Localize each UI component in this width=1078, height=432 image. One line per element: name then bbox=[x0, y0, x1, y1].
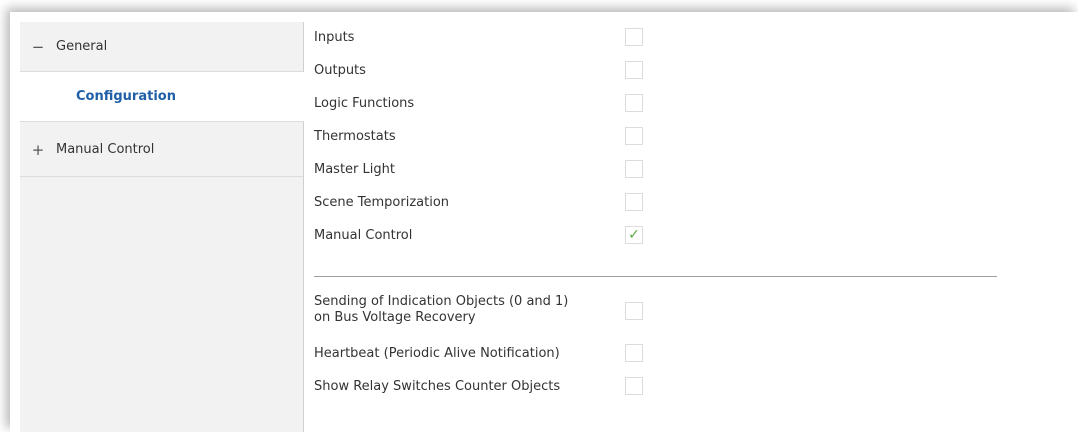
heartbeat-checkbox[interactable] bbox=[625, 344, 643, 362]
sidebar-item-label: Manual Control bbox=[56, 142, 155, 157]
thermostats-checkbox[interactable] bbox=[625, 127, 643, 145]
collapse-icon[interactable]: − bbox=[20, 38, 56, 56]
option-label: Manual Control bbox=[314, 228, 413, 243]
outputs-checkbox[interactable] bbox=[625, 61, 643, 79]
sidebar-item-label: General bbox=[56, 39, 108, 54]
sidebar-item-manual-control[interactable]: + Manual Control bbox=[20, 123, 303, 177]
option-label: Thermostats bbox=[314, 129, 396, 144]
section-divider bbox=[314, 276, 997, 277]
option-label: Master Light bbox=[314, 162, 395, 177]
option-label: Logic Functions bbox=[314, 96, 415, 111]
option-label: Outputs bbox=[314, 63, 366, 78]
option-label: Show Relay Switches Counter Objects bbox=[314, 379, 561, 394]
parameter-window: − General Configuration + Manual Control… bbox=[10, 12, 1078, 432]
sidebar-item-configuration[interactable]: Configuration bbox=[20, 72, 304, 122]
option-label: Sending of Indication Objects (0 and 1) … bbox=[314, 294, 569, 325]
expand-icon[interactable]: + bbox=[20, 141, 56, 159]
manual-control-checkbox[interactable]: ✓ bbox=[625, 226, 643, 244]
inputs-checkbox[interactable] bbox=[625, 28, 643, 46]
option-label: Inputs bbox=[314, 30, 355, 45]
scene-temporization-checkbox[interactable] bbox=[625, 193, 643, 211]
sidebar-item-label: Configuration bbox=[76, 89, 176, 104]
sidebar-item-general[interactable]: − General bbox=[20, 22, 303, 72]
option-label: Heartbeat (Periodic Alive Notification) bbox=[314, 346, 560, 361]
logic-functions-checkbox[interactable] bbox=[625, 94, 643, 112]
master-light-checkbox[interactable] bbox=[625, 160, 643, 178]
check-icon: ✓ bbox=[628, 227, 640, 243]
sidebar-tree: − General Configuration + Manual Control bbox=[20, 22, 304, 432]
configuration-panel: Inputs Outputs Logic Functions Thermosta… bbox=[314, 28, 1014, 430]
relay-counter-checkbox[interactable] bbox=[625, 377, 643, 395]
bus-voltage-recovery-checkbox[interactable] bbox=[625, 302, 643, 320]
option-label: Scene Temporization bbox=[314, 195, 450, 210]
